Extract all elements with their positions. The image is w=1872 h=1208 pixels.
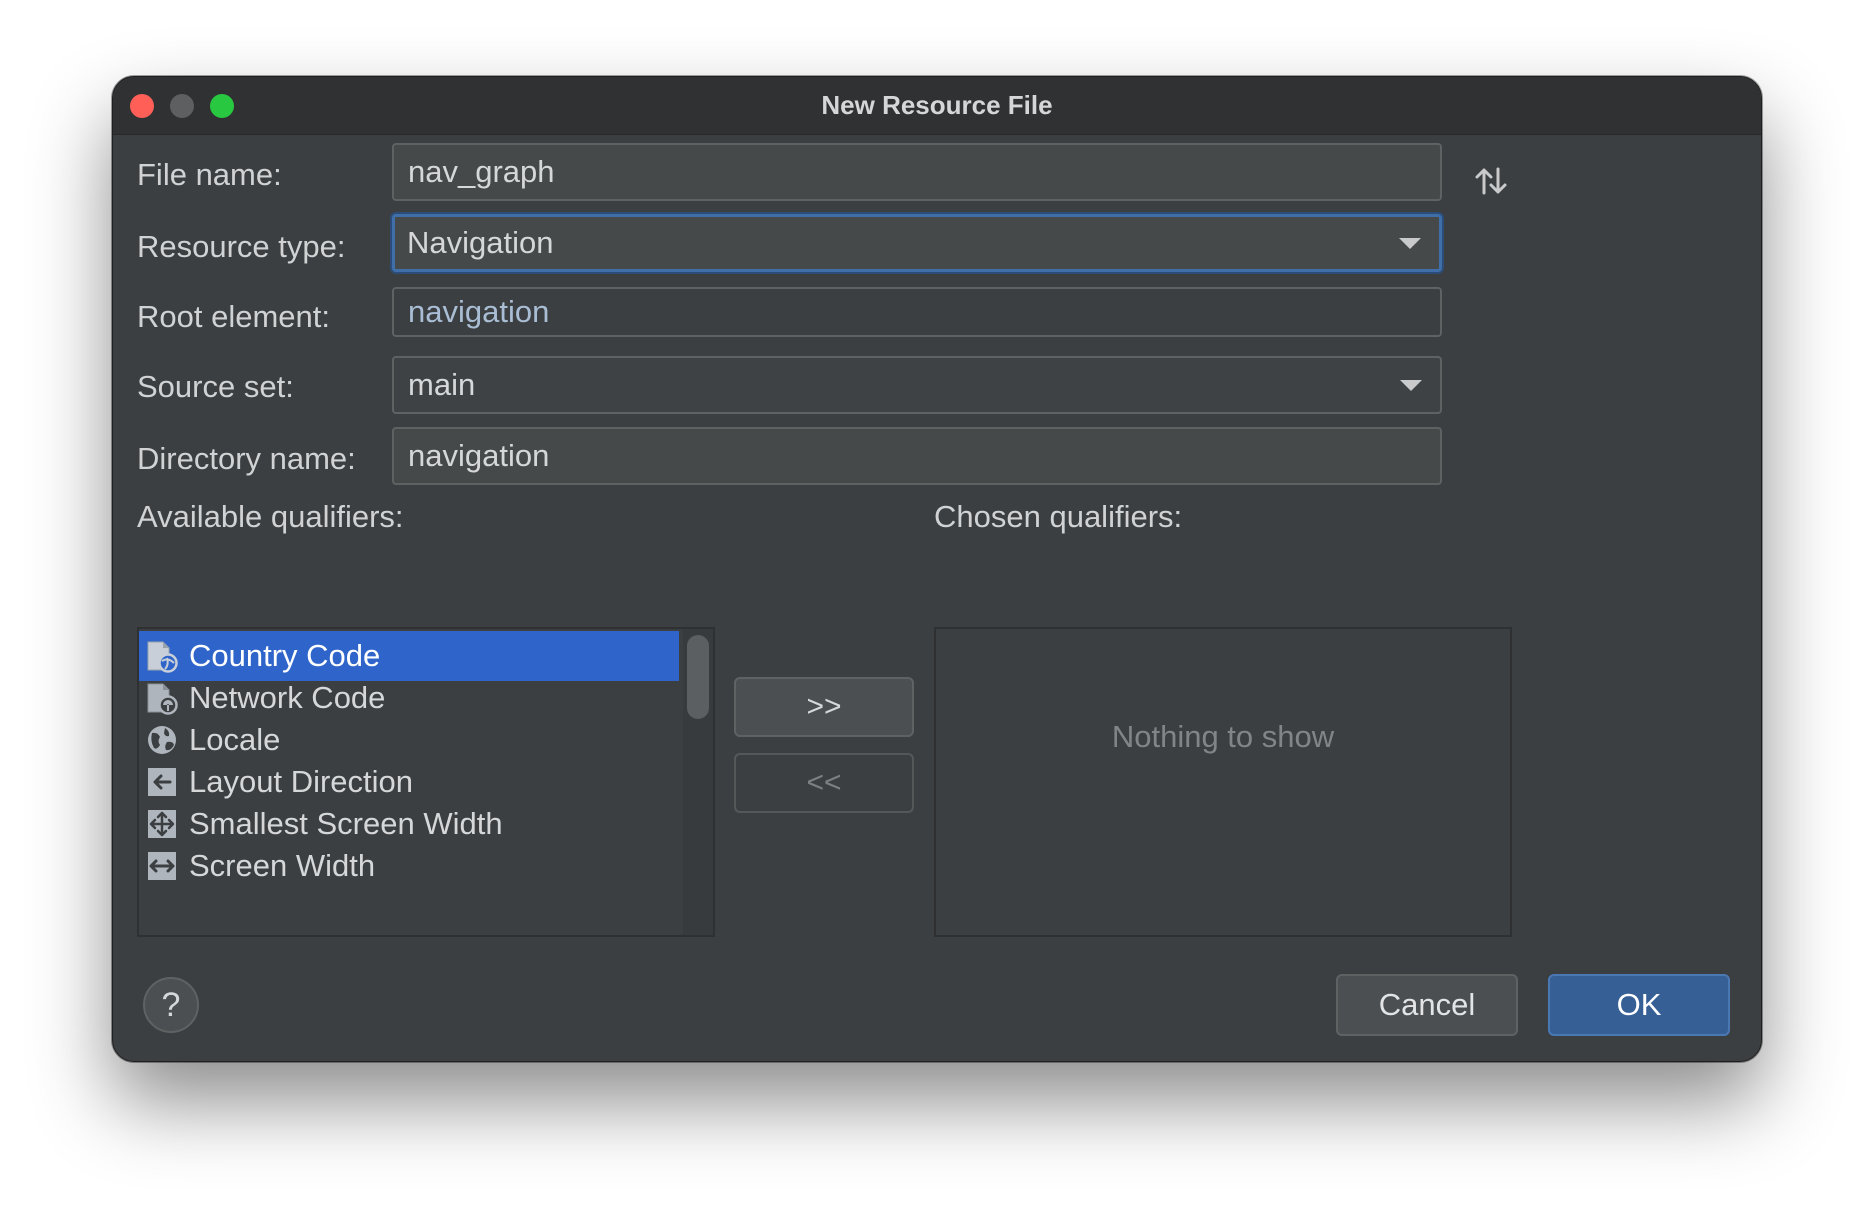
layout-direction-icon: [148, 768, 176, 796]
root-element-field[interactable]: navigation: [392, 287, 1442, 337]
file-name-value: nav_graph: [408, 154, 555, 189]
chevron-down-icon: [1400, 380, 1422, 391]
smallest-screen-width-icon: [148, 810, 176, 838]
source-set-label: Source set:: [137, 369, 294, 404]
window-title: New Resource File: [821, 90, 1053, 120]
screen-width-icon: [148, 852, 176, 880]
title-bar: New Resource File: [113, 77, 1761, 135]
add-qualifier-button[interactable]: >>: [734, 677, 914, 737]
available-qualifiers-label: Available qualifiers:: [137, 499, 404, 534]
directory-name-input[interactable]: navigation: [392, 427, 1442, 485]
resource-type-value: Navigation: [407, 225, 554, 260]
root-element-value: navigation: [408, 294, 550, 329]
globe-icon: [148, 726, 176, 754]
remove-qualifier-button[interactable]: <<: [734, 753, 914, 813]
chosen-qualifiers-list[interactable]: Nothing to show: [934, 627, 1512, 937]
qualifier-item-screen-width[interactable]: Screen Width: [139, 841, 679, 891]
chevron-down-icon: [1399, 238, 1421, 249]
file-name-input[interactable]: nav_graph: [392, 143, 1442, 201]
source-set-value: main: [408, 367, 476, 402]
resource-type-label: Resource type:: [137, 229, 346, 264]
sort-arrows-icon[interactable]: [1473, 163, 1509, 199]
list-item-label: Screen Width: [189, 848, 376, 883]
resource-type-select[interactable]: Navigation: [392, 214, 1442, 272]
root-element-label: Root element:: [137, 299, 330, 334]
help-button[interactable]: ?: [143, 977, 199, 1033]
directory-name-label: Directory name:: [137, 441, 356, 476]
network-code-icon: [147, 683, 178, 715]
file-name-label: File name:: [137, 157, 282, 192]
new-resource-file-dialog: New Resource File File name: nav_graph R…: [112, 76, 1762, 1062]
scrollbar-track[interactable]: [683, 629, 713, 935]
country-code-icon: [147, 641, 178, 673]
chosen-qualifiers-label: Chosen qualifiers:: [934, 499, 1183, 534]
available-qualifiers-list[interactable]: Country Code Network Code Locale Layout …: [137, 627, 715, 937]
scrollbar-thumb[interactable]: [687, 635, 709, 719]
ok-button[interactable]: OK: [1548, 974, 1730, 1036]
cancel-button[interactable]: Cancel: [1336, 974, 1518, 1036]
directory-name-value: navigation: [408, 438, 550, 473]
empty-state-text: Nothing to show: [1111, 719, 1335, 754]
source-set-select[interactable]: main: [392, 356, 1442, 414]
